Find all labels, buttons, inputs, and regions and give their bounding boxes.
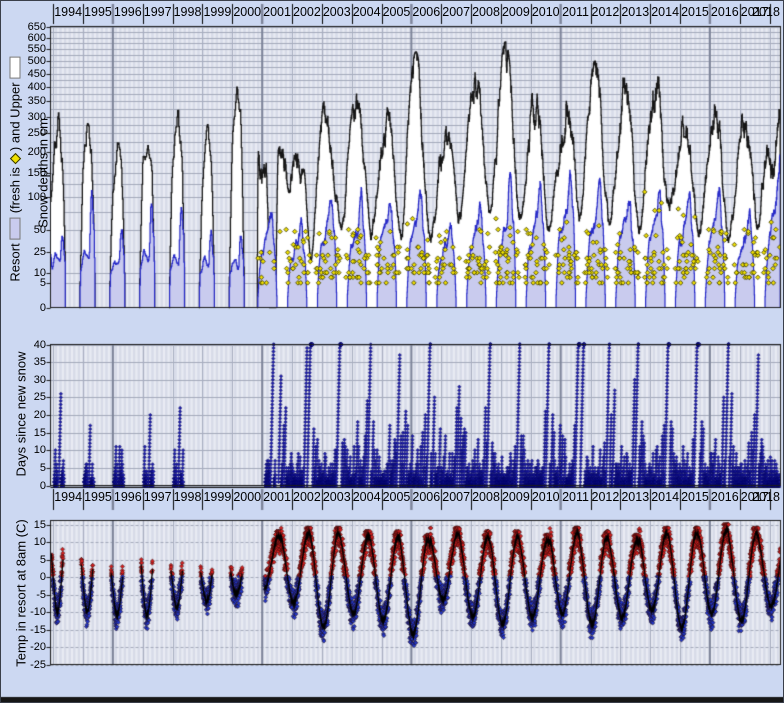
snow-panel-legend: Resort (fresh is ) and Upper (8, 52, 23, 281)
fresh-legend-prefix: (fresh is (8, 167, 23, 213)
resort-legend-label: Resort (8, 243, 23, 281)
resort-swatch (10, 217, 21, 239)
snow-history-chart: 0510255010015020025030035040045050055060… (0, 0, 784, 703)
days-panel-axis-title: Days since new snow (14, 352, 29, 477)
chart-canvas (1, 1, 784, 703)
fresh-snow-icon (10, 153, 21, 164)
snow-panel-axis-title: Snow depths in cm (36, 118, 51, 228)
temp-panel-axis-title: Temp in resort at 8am (C) (14, 519, 29, 666)
upper-swatch (10, 56, 21, 78)
fresh-legend-suffix: ) and Upper (8, 82, 23, 151)
